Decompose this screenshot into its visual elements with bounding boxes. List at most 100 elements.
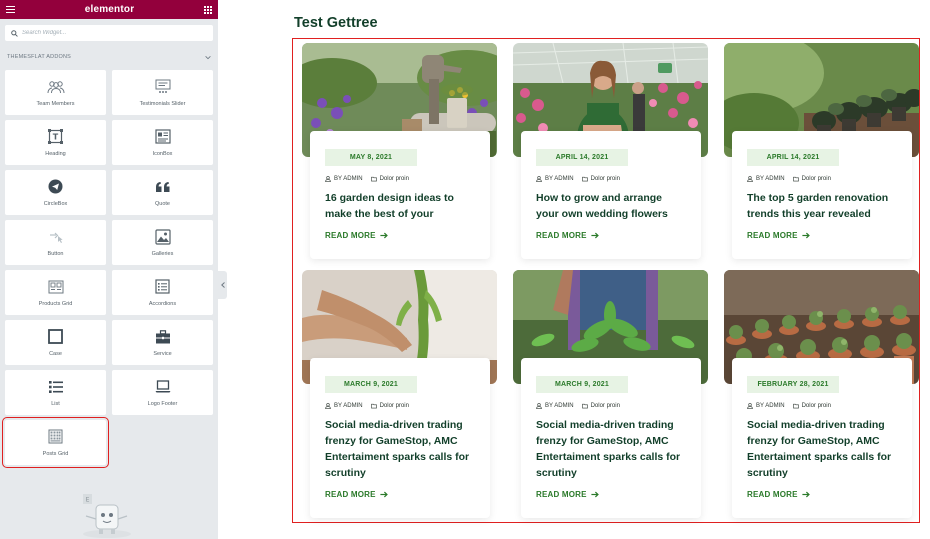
post-date-badge: APRIL 14, 2021: [536, 149, 628, 166]
galleries-icon: [154, 228, 171, 245]
widget-label: Button: [47, 250, 64, 257]
panel-collapse-toggle[interactable]: [218, 271, 227, 299]
post-title[interactable]: 16 garden design ideas to make the best …: [325, 190, 475, 222]
case-icon: [48, 329, 63, 345]
widget-galleries[interactable]: Galleries: [112, 220, 213, 265]
heading-icon: T: [48, 129, 63, 145]
post-date-badge: MARCH 9, 2021: [536, 376, 628, 393]
quote-icon: [155, 179, 171, 195]
chevron-left-icon: [220, 282, 225, 288]
post-title[interactable]: Social media-driven trading frenzy for G…: [747, 417, 897, 481]
post-date-badge: FEBRUARY 28, 2021: [747, 376, 839, 393]
post-author[interactable]: BY ADMIN: [756, 176, 785, 182]
post-author[interactable]: BY ADMIN: [545, 176, 574, 182]
testimonials-slider-icon: [155, 79, 171, 95]
widget-quote[interactable]: Quote: [112, 170, 213, 215]
widget-grid: Team Members Testimonials Slider T Headi…: [2, 70, 213, 468]
read-more-link[interactable]: READ MORE: [325, 231, 475, 240]
post-meta: BY ADMIN Dolor proin: [747, 176, 897, 182]
folder-icon: [792, 403, 799, 409]
category-header[interactable]: THEMESFLAT ADDONS: [7, 52, 211, 62]
widget-list[interactable]: List: [5, 370, 106, 415]
svg-text:T: T: [53, 133, 59, 142]
post-author[interactable]: BY ADMIN: [756, 403, 785, 409]
read-more-label: READ MORE: [747, 490, 798, 499]
menu-icon[interactable]: [6, 6, 15, 13]
post-category[interactable]: Dolor proin: [591, 403, 620, 409]
read-more-link[interactable]: READ MORE: [536, 490, 686, 499]
widget-products-grid[interactable]: Products Grid: [5, 270, 106, 315]
post-category[interactable]: Dolor proin: [802, 403, 831, 409]
widget-heading[interactable]: T Heading: [5, 120, 106, 165]
widget-search: [5, 25, 213, 41]
post-meta: BY ADMIN Dolor proin: [325, 176, 475, 182]
user-icon: [536, 176, 542, 182]
read-more-label: READ MORE: [536, 490, 587, 499]
post-date-badge: MAY 8, 2021: [325, 149, 417, 166]
widget-label: Service: [153, 350, 172, 357]
arrow-right-icon: [591, 491, 599, 498]
widget-label: CircleBox: [43, 200, 68, 207]
team-members-icon: [47, 79, 65, 95]
post-date-badge: APRIL 14, 2021: [747, 149, 839, 166]
widget-label: Galleries: [151, 250, 174, 257]
panel-header: elementor: [0, 0, 218, 19]
post-title[interactable]: Social media-driven trading frenzy for G…: [325, 417, 475, 481]
widget-label: Products Grid: [38, 300, 73, 307]
post-author[interactable]: BY ADMIN: [545, 403, 574, 409]
folder-icon: [792, 176, 799, 182]
post-item: MARCH 9, 2021 BY ADMIN Dolor proin Socia…: [302, 270, 497, 518]
iconbox-icon: [154, 129, 171, 145]
elementor-logo: elementor: [84, 4, 135, 15]
post-category[interactable]: Dolor proin: [591, 176, 620, 182]
arrow-right-icon: [802, 232, 810, 239]
post-date-badge: MARCH 9, 2021: [325, 376, 417, 393]
post-title[interactable]: Social media-driven trading frenzy for G…: [536, 417, 686, 481]
post-card: APRIL 14, 2021 BY ADMIN Dolor proin How …: [521, 131, 701, 259]
post-card: APRIL 14, 2021 BY ADMIN Dolor proin The …: [732, 131, 912, 259]
apps-grid-icon[interactable]: [204, 5, 212, 14]
widget-service[interactable]: Service: [112, 320, 213, 365]
user-icon: [747, 403, 753, 409]
post-title[interactable]: How to grow and arrange your own wedding…: [536, 190, 686, 222]
logo-footer-icon: [155, 379, 171, 395]
widget-team-members[interactable]: Team Members: [5, 70, 106, 115]
read-more-link[interactable]: READ MORE: [747, 231, 897, 240]
widget-label: Case: [49, 350, 62, 357]
post-category[interactable]: Dolor proin: [802, 176, 831, 182]
arrow-right-icon: [591, 232, 599, 239]
post-author[interactable]: BY ADMIN: [334, 176, 363, 182]
products-grid-icon: [48, 279, 64, 295]
read-more-label: READ MORE: [325, 490, 376, 499]
user-icon: [536, 403, 542, 409]
post-item: MAY 8, 2021 BY ADMIN Dolor proin 16 gard…: [302, 43, 497, 270]
post-category[interactable]: Dolor proin: [380, 176, 409, 182]
read-more-link[interactable]: READ MORE: [536, 231, 686, 240]
post-title[interactable]: The top 5 garden renovation trends this …: [747, 190, 897, 222]
post-category[interactable]: Dolor proin: [380, 403, 409, 409]
search-input[interactable]: [22, 30, 202, 36]
service-icon: [155, 329, 171, 345]
post-item: APRIL 14, 2021 BY ADMIN Dolor proin How …: [513, 43, 708, 270]
widget-testimonials-slider[interactable]: Testimonials Slider: [112, 70, 213, 115]
widget-posts-grid[interactable]: Posts Grid: [2, 417, 109, 468]
widget-button[interactable]: Button: [5, 220, 106, 265]
widget-circlebox[interactable]: CircleBox: [5, 170, 106, 215]
folder-icon: [370, 403, 377, 409]
widget-label: IconBox: [152, 150, 173, 157]
widget-label: Posts Grid: [42, 450, 69, 457]
widget-label: Testimonials Slider: [139, 100, 186, 107]
read-more-link[interactable]: READ MORE: [325, 490, 475, 499]
widget-accordions[interactable]: Accordions: [112, 270, 213, 315]
circlebox-icon: [48, 179, 63, 195]
post-card: MARCH 9, 2021 BY ADMIN Dolor proin Socia…: [310, 358, 490, 518]
button-icon: [48, 229, 64, 245]
post-item: APRIL 14, 2021 BY ADMIN Dolor proin The …: [724, 43, 919, 270]
widget-logo-footer[interactable]: Logo Footer: [112, 370, 213, 415]
folder-icon: [581, 176, 588, 182]
widget-case[interactable]: Case: [5, 320, 106, 365]
read-more-link[interactable]: READ MORE: [747, 490, 897, 499]
read-more-label: READ MORE: [747, 231, 798, 240]
widget-iconbox[interactable]: IconBox: [112, 120, 213, 165]
post-author[interactable]: BY ADMIN: [334, 403, 363, 409]
